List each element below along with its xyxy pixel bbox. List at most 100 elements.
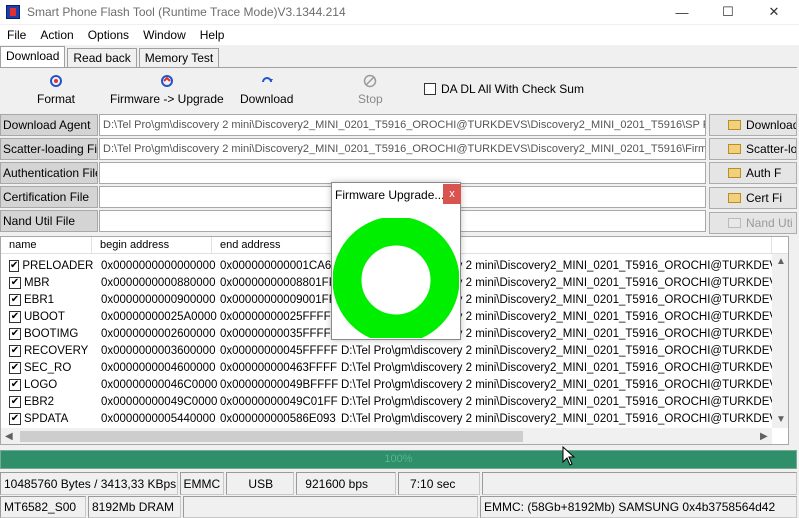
table-row[interactable]: ✔ EBR2 0x00000000049C0000 0x00000000049C0… — [1, 393, 788, 410]
row-checkbox[interactable]: ✔ — [9, 310, 21, 323]
checksum-checkbox[interactable] — [424, 83, 436, 95]
row-begin: 0x0000000000000000 — [101, 259, 216, 272]
table-row[interactable]: ✔ LOGO 0x00000000046C0000 0x00000000049BF… — [1, 376, 788, 393]
download-icon — [260, 74, 274, 88]
checksum-checkbox-wrap[interactable]: DA DL All With Check Sum — [424, 82, 584, 96]
header-name[interactable]: name — [1, 237, 92, 254]
cert-file-button-label: Cert Fi — [746, 191, 782, 205]
auth-file-label: Authentication File — [0, 162, 98, 184]
menu-bar: File Action Options Window Help — [0, 25, 799, 45]
row-name: UBOOT — [24, 310, 65, 323]
row-checkbox[interactable]: ✔ — [9, 344, 21, 357]
menu-action[interactable]: Action — [33, 28, 80, 42]
row-checkbox[interactable]: ✔ — [9, 259, 20, 272]
auth-file-row: Authentication File — [0, 162, 708, 184]
mouse-cursor-icon — [562, 446, 576, 466]
nand-util-button[interactable]: Nand Uti — [709, 212, 797, 234]
auth-file-button[interactable]: Auth F — [709, 162, 797, 184]
firmware-upgrade-button[interactable]: Firmware -> Upgrade — [110, 74, 224, 106]
row-checkbox[interactable]: ✔ — [9, 412, 21, 425]
window-title: Smart Phone Flash Tool (Runtime Trace Mo… — [27, 5, 346, 19]
row-end: 0x00000000025FFFFF — [220, 310, 338, 323]
row-end: 0x00000000009001FF — [220, 293, 336, 306]
download-agent-input[interactable]: D:\Tel Pro\gm\discovery 2 mini\Discovery… — [99, 114, 706, 136]
scatter-loading-button[interactable]: Scatter-lo — [709, 138, 797, 160]
scatter-loading-button-label: Scatter-lo — [746, 142, 797, 156]
scroll-right-icon[interactable]: ▶ — [760, 431, 768, 442]
auth-file-input[interactable] — [99, 162, 706, 184]
scroll-left-icon[interactable]: ◀ — [5, 431, 13, 442]
vertical-scrollbar[interactable]: ▲ ▼ — [772, 254, 788, 428]
menu-options[interactable]: Options — [81, 28, 136, 42]
horizontal-scroll-thumb[interactable] — [20, 431, 523, 442]
stop-icon — [363, 74, 377, 88]
row-name: RECOVERY — [24, 344, 89, 357]
scroll-up-icon[interactable]: ▲ — [776, 256, 786, 267]
row-checkbox[interactable]: ✔ — [9, 276, 21, 289]
download-agent-button[interactable]: Download — [709, 114, 797, 136]
menu-help[interactable]: Help — [193, 28, 232, 42]
checksum-label: DA DL All With Check Sum — [441, 82, 584, 96]
folder-icon — [728, 120, 741, 130]
format-button[interactable]: Format — [37, 74, 75, 106]
nand-file-label: Nand Util File — [0, 210, 98, 232]
tab-download[interactable]: Download — [0, 46, 66, 68]
status-time: 7:10 sec — [398, 472, 480, 495]
format-icon — [49, 74, 63, 88]
row-checkbox[interactable]: ✔ — [9, 378, 21, 391]
status-bar-2: MT6582_S00 8192Mb DRAM EMMC: (58Gb+8192M… — [0, 496, 799, 518]
close-button[interactable]: ✕ — [751, 0, 797, 24]
nand-util-button-label: Nand Uti — [746, 216, 793, 230]
tab-memory-test[interactable]: Memory Test — [138, 48, 220, 68]
row-checkbox[interactable]: ✔ — [9, 361, 21, 374]
row-end: 0x00000000008801FF — [220, 276, 336, 289]
row-checkbox[interactable]: ✔ — [9, 293, 21, 306]
row-end: 0x000000000586E093 — [220, 412, 336, 425]
firmware-upgrade-icon — [160, 74, 174, 88]
status-blank-2 — [183, 496, 478, 518]
table-row[interactable]: ✔ SPDATA 0x0000000005440000 0x00000000058… — [1, 410, 788, 427]
horizontal-scrollbar[interactable]: ◀ ▶ — [1, 428, 772, 444]
row-checkbox[interactable]: ✔ — [9, 327, 21, 340]
row-end: 0x00000000049BFFFF — [220, 378, 339, 391]
table-row[interactable]: ✔ RECOVERY 0x0000000003600000 0x000000000… — [1, 342, 788, 359]
status-port: USB — [226, 472, 295, 495]
cert-file-label: Certification File — [0, 186, 98, 208]
scatter-file-label: Scatter-loading File — [0, 138, 98, 160]
tab-read-back[interactable]: Read back — [67, 48, 137, 68]
row-location: D:\Tel Pro\gm\discovery 2 mini\Discovery… — [341, 378, 782, 391]
header-begin-address[interactable]: begin address — [92, 237, 212, 254]
download-agent-row: Download Agent D:\Tel Pro\gm\discovery 2… — [0, 114, 708, 136]
cert-file-button[interactable]: Cert Fi — [709, 187, 797, 209]
folder-icon — [728, 193, 741, 203]
scatter-file-input[interactable]: D:\Tel Pro\gm\discovery 2 mini\Discovery… — [99, 138, 706, 160]
download-button[interactable]: Download — [240, 74, 293, 106]
maximize-button[interactable]: ☐ — [705, 0, 751, 24]
row-location: D:\Tel Pro\gm\discovery 2 mini\Discovery… — [341, 412, 782, 425]
status-baud: 921600 bps — [296, 472, 397, 495]
row-end: 0x00000000049C01FF — [220, 395, 338, 408]
row-name: SPDATA — [24, 412, 69, 425]
popup-close-button[interactable]: x — [443, 184, 461, 204]
menu-window[interactable]: Window — [136, 28, 193, 42]
row-location: D:\Tel Pro\gm\discovery 2 mini\Discovery… — [341, 395, 782, 408]
scatter-file-row: Scatter-loading File D:\Tel Pro\gm\disco… — [0, 138, 708, 160]
table-row[interactable]: ✔ SEC_RO 0x0000000004600000 0x00000000046… — [1, 359, 788, 376]
folder-icon — [728, 168, 741, 178]
progress-bar: 100% — [0, 450, 797, 469]
firmware-upgrade-popup: Firmware Upgrade... x — [331, 182, 461, 340]
progress-ring-icon — [333, 218, 459, 338]
minimize-button[interactable]: — — [659, 0, 705, 24]
app-icon — [6, 5, 20, 19]
header-end-address[interactable]: end address — [212, 237, 332, 254]
row-begin: 0x0000000003600000 — [101, 344, 216, 357]
row-checkbox[interactable]: ✔ — [9, 395, 21, 408]
folder-icon — [728, 144, 741, 154]
stop-button[interactable]: Stop — [358, 74, 383, 106]
scroll-down-icon[interactable]: ▼ — [776, 414, 786, 425]
status-bytes: 10485760 Bytes / 3413,33 KBps — [0, 472, 178, 495]
format-label: Format — [37, 92, 76, 106]
row-name: LOGO — [24, 378, 58, 391]
row-location: D:\Tel Pro\gm\discovery 2 mini\Discovery… — [341, 344, 782, 357]
menu-file[interactable]: File — [0, 28, 33, 42]
